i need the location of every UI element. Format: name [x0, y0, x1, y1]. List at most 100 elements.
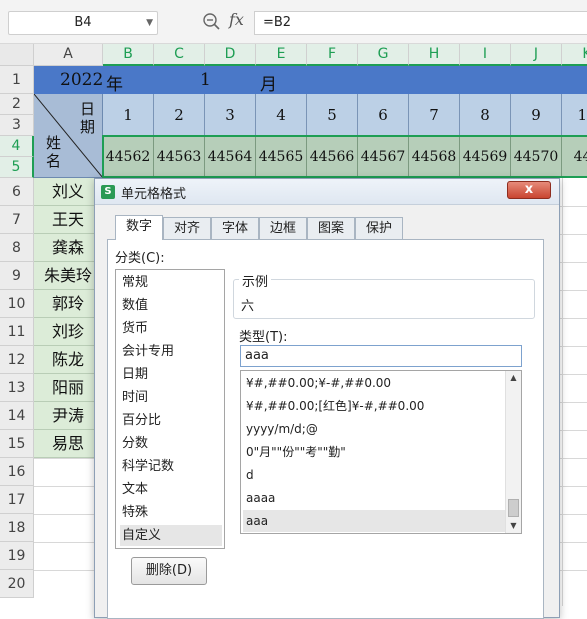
column-header-e[interactable]: E — [256, 44, 307, 66]
day-cell[interactable]: 10 — [562, 94, 587, 136]
row-header-11[interactable]: 11 — [0, 318, 34, 346]
day-cell[interactable]: 8 — [460, 94, 511, 136]
column-header-c[interactable]: C — [154, 44, 205, 66]
category-item[interactable]: 百分比 — [120, 410, 222, 431]
tab-5[interactable]: 图案 — [307, 217, 355, 239]
date-serial-cell[interactable]: 44564 — [205, 136, 256, 178]
row-header-7[interactable]: 7 — [0, 206, 34, 234]
date-serial-cell[interactable]: 44567 — [358, 136, 409, 178]
month-cell[interactable]: 1 — [200, 70, 211, 90]
fx-icon[interactable]: fx — [229, 10, 244, 29]
type-list-scrollbar[interactable]: ▲ ▼ — [505, 371, 521, 533]
date-serial-cell[interactable]: 44570 — [511, 136, 562, 178]
formula-input[interactable]: =B2 — [254, 11, 587, 35]
tab-2[interactable]: 对齐 — [163, 217, 211, 239]
row-header-8[interactable]: 8 — [0, 234, 34, 262]
category-item[interactable]: 时间 — [120, 387, 222, 408]
employee-name-cell[interactable]: 朱美玲 — [34, 262, 103, 290]
row-header-3[interactable]: 3 — [0, 115, 34, 136]
category-item[interactable]: 分数 — [120, 433, 222, 454]
employee-name-cell[interactable]: 王天 — [34, 206, 103, 234]
row-header-5[interactable]: 5 — [0, 157, 34, 178]
row-header-20[interactable]: 20 — [0, 570, 34, 598]
diagonal-header-cell[interactable]: 日 期 姓 名 — [34, 94, 103, 178]
day-cell[interactable]: 5 — [307, 94, 358, 136]
chevron-down-icon[interactable]: ▼ — [146, 12, 153, 34]
category-item[interactable]: 自定义 — [120, 525, 222, 546]
row-header-17[interactable]: 17 — [0, 486, 34, 514]
type-item[interactable]: d — [243, 464, 505, 486]
date-serial-cell[interactable]: 44566 — [307, 136, 358, 178]
tab-6[interactable]: 保护 — [355, 217, 403, 239]
date-serial-cell[interactable]: 44565 — [256, 136, 307, 178]
employee-name-cell[interactable]: 刘义 — [34, 178, 103, 206]
category-item[interactable]: 日期 — [120, 364, 222, 385]
column-header-h[interactable]: H — [409, 44, 460, 66]
type-item[interactable]: yyyy/m/d;@ — [243, 418, 505, 440]
row-header-12[interactable]: 12 — [0, 346, 34, 374]
day-cell[interactable]: 7 — [409, 94, 460, 136]
row-header-19[interactable]: 19 — [0, 542, 34, 570]
tab-1[interactable]: 数字 — [115, 215, 163, 240]
type-item[interactable]: aaa — [243, 510, 505, 532]
category-item[interactable]: 会计专用 — [120, 341, 222, 362]
date-serial-cell[interactable]: 44562 — [103, 136, 154, 178]
select-all-corner[interactable] — [0, 44, 34, 66]
day-cell[interactable]: 2 — [154, 94, 205, 136]
column-header-g[interactable]: G — [358, 44, 409, 66]
row-header-4[interactable]: 4 — [0, 136, 34, 157]
dialog-titlebar[interactable]: S 单元格格式 x — [95, 179, 559, 205]
row-header-10[interactable]: 10 — [0, 290, 34, 318]
type-input[interactable]: aaa — [240, 345, 522, 367]
category-item[interactable]: 货币 — [120, 318, 222, 339]
employee-name-cell[interactable]: 郭玲 — [34, 290, 103, 318]
day-cell[interactable]: 1 — [103, 94, 154, 136]
column-header-j[interactable]: J — [511, 44, 562, 66]
day-cell[interactable]: 9 — [511, 94, 562, 136]
employee-name-cell[interactable]: 刘珍 — [34, 318, 103, 346]
row-header-2[interactable]: 2 — [0, 94, 34, 115]
row-header-15[interactable]: 15 — [0, 430, 34, 458]
date-serial-cell[interactable]: 445 — [562, 136, 587, 178]
category-item[interactable]: 特殊 — [120, 502, 222, 523]
type-item[interactable]: 0"月""份""考""勤" — [243, 441, 505, 463]
row-header-6[interactable]: 6 — [0, 178, 34, 206]
category-item[interactable]: 文本 — [120, 479, 222, 500]
row-header-14[interactable]: 14 — [0, 402, 34, 430]
scroll-down-icon[interactable]: ▼ — [506, 519, 521, 533]
scroll-thumb[interactable] — [508, 499, 519, 517]
zoom-icon[interactable] — [202, 12, 220, 32]
type-item[interactable]: aaaa — [243, 487, 505, 509]
date-serial-cell[interactable]: 44568 — [409, 136, 460, 178]
employee-name-cell[interactable]: 阳丽 — [34, 374, 103, 402]
type-item[interactable]: ¥#,##0.00;[红色]¥-#,##0.00 — [243, 395, 505, 417]
date-serial-cell[interactable]: 44569 — [460, 136, 511, 178]
type-item[interactable]: ¥#,##0.00;¥-#,##0.00 — [243, 372, 505, 394]
type-list[interactable]: ▲ ▼ ¥#,##0.00;¥-#,##0.00 ¥#,##0.00;[红色]¥-… — [240, 370, 522, 534]
tab-3[interactable]: 字体 — [211, 217, 259, 239]
column-header-a[interactable]: A — [34, 44, 103, 66]
year-cell[interactable]: 2022 — [60, 70, 103, 90]
column-header-i[interactable]: I — [460, 44, 511, 66]
day-cell[interactable]: 3 — [205, 94, 256, 136]
row-header-1[interactable]: 1 — [0, 66, 34, 94]
column-header-k[interactable]: K — [562, 44, 587, 66]
name-box[interactable]: B4 ▼ — [8, 11, 158, 35]
row-header-16[interactable]: 16 — [0, 458, 34, 486]
employee-name-cell[interactable]: 易思 — [34, 430, 103, 458]
row-header-9[interactable]: 9 — [0, 262, 34, 290]
close-button[interactable]: x — [507, 181, 551, 199]
day-cell[interactable]: 6 — [358, 94, 409, 136]
column-header-d[interactable]: D — [205, 44, 256, 66]
row-header-13[interactable]: 13 — [0, 374, 34, 402]
employee-name-cell[interactable]: 尹涛 — [34, 402, 103, 430]
date-serial-cell[interactable]: 44563 — [154, 136, 205, 178]
row-header-18[interactable]: 18 — [0, 514, 34, 542]
delete-button[interactable]: 删除(D) — [131, 557, 207, 585]
employee-name-cell[interactable]: 陈龙 — [34, 346, 103, 374]
category-item[interactable]: 数值 — [120, 295, 222, 316]
employee-name-cell[interactable]: 龚森 — [34, 234, 103, 262]
scroll-up-icon[interactable]: ▲ — [506, 371, 521, 385]
tab-4[interactable]: 边框 — [259, 217, 307, 239]
column-header-b[interactable]: B — [103, 44, 154, 66]
